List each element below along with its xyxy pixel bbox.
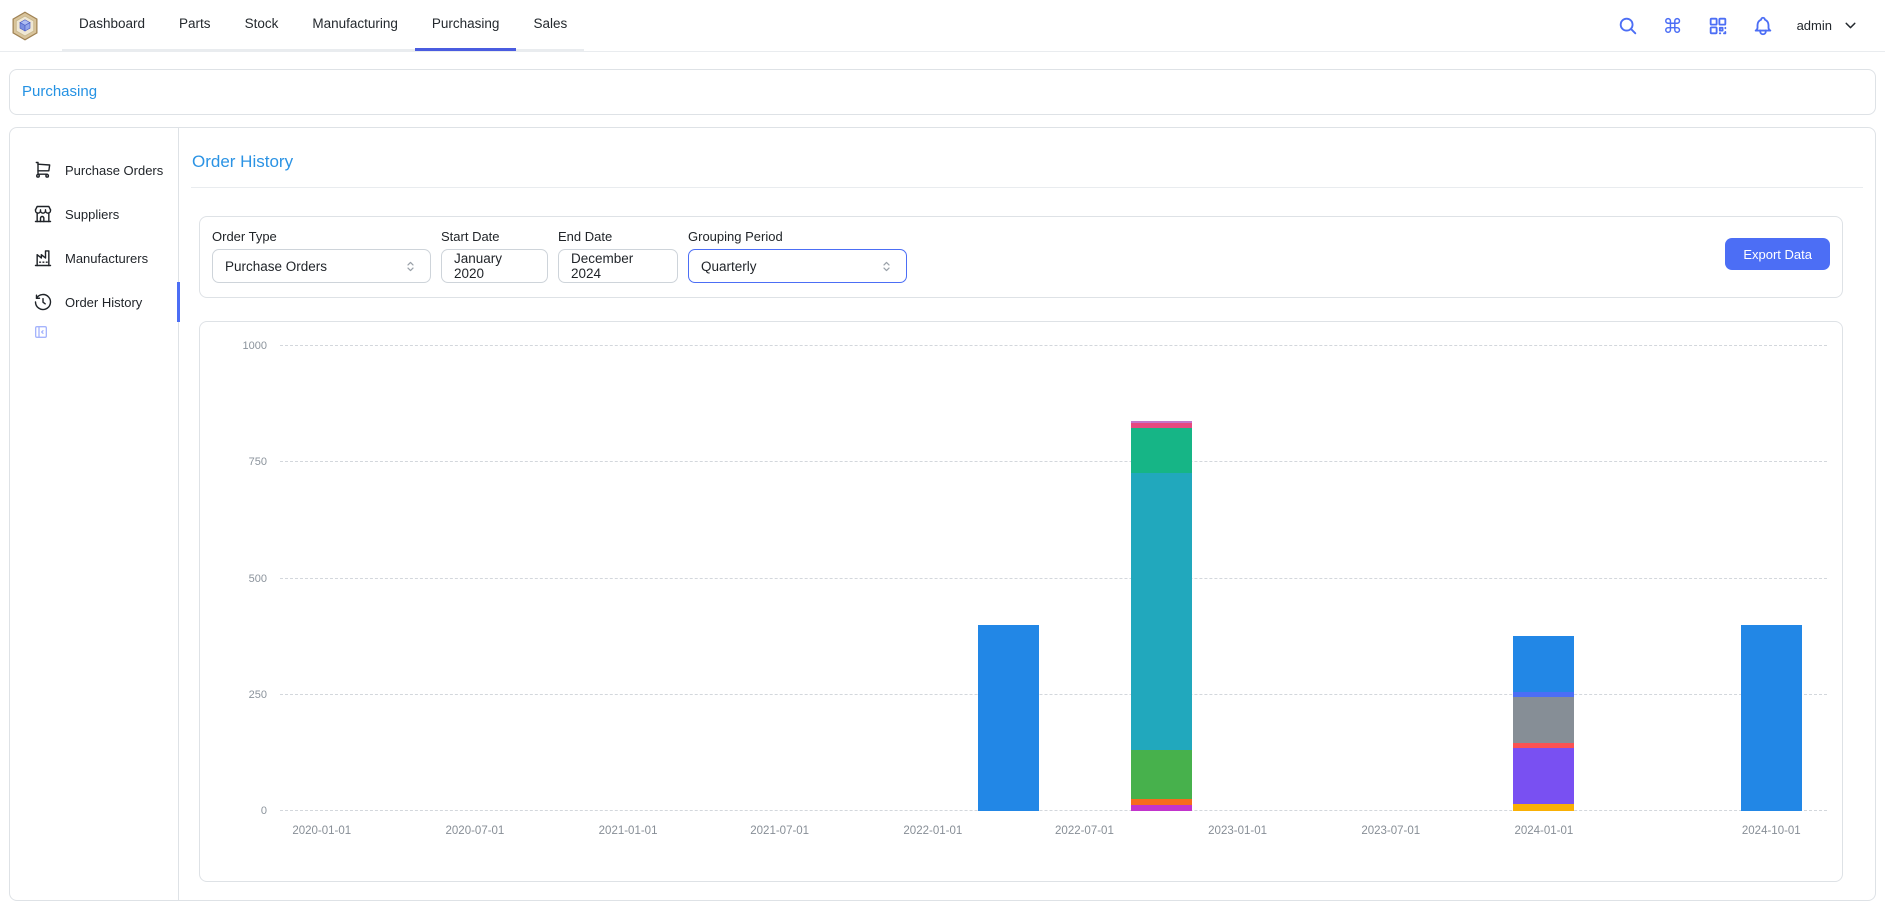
sidebar-item-purchase-orders[interactable]: Purchase Orders <box>10 148 178 192</box>
storefront-icon <box>33 204 53 224</box>
order-type-label: Order Type <box>212 229 431 244</box>
bar-segment <box>1131 428 1192 473</box>
order-type-select[interactable]: Purchase Orders <box>212 249 431 283</box>
sidebar-item-manufacturers[interactable]: Manufacturers <box>10 236 178 280</box>
x-axis-tick-label: 2022-07-01 <box>1055 825 1114 837</box>
gridline-y-0 <box>280 810 1827 811</box>
search-icon[interactable] <box>1617 15 1639 37</box>
x-axis-tick-label: 2020-07-01 <box>446 825 505 837</box>
grouping-period-field: Grouping Period Quarterly <box>688 229 907 283</box>
main-panel: Purchase Orders Suppliers Manufacturers Ord… <box>9 127 1876 901</box>
x-axis-tick-label: 2024-10-01 <box>1742 825 1801 837</box>
bar-segment <box>1513 636 1574 692</box>
y-axis-tick-label: 500 <box>249 573 267 585</box>
gridline-y-750 <box>280 461 1827 462</box>
select-chevrons-icon <box>403 259 418 274</box>
end-date-label: End Date <box>558 229 678 244</box>
qr-scan-icon[interactable] <box>1707 15 1729 37</box>
sidebar-item-label: Suppliers <box>65 207 119 222</box>
sidebar-collapse-icon[interactable] <box>33 327 49 344</box>
tab-purchasing[interactable]: Purchasing <box>415 0 517 51</box>
title-divider <box>191 187 1863 188</box>
x-axis-tick-label: 2021-01-01 <box>599 825 658 837</box>
username: admin <box>1797 18 1832 33</box>
grouping-period-select[interactable]: Quarterly <box>688 249 907 283</box>
x-axis-tick-label: 2023-07-01 <box>1361 825 1420 837</box>
chart-plot: 025050075010002020-01-012020-07-012021-0… <box>280 346 1827 811</box>
sidebar-items: Purchase Orders Suppliers Manufacturers Ord… <box>10 148 178 324</box>
tab-sales[interactable]: Sales <box>516 0 584 51</box>
x-axis-tick-label: 2024-01-01 <box>1514 825 1573 837</box>
sidebar-item-order-history[interactable]: Order History <box>10 280 178 324</box>
chart-bar-2022-q4-2022-10-01-[interactable] <box>1131 421 1192 811</box>
bar-segment <box>1131 750 1192 799</box>
end-date-field: End Date December 2024 <box>558 229 678 283</box>
order-type-field: Order Type Purchase Orders <box>212 229 431 283</box>
x-axis-tick-label: 2021-07-01 <box>750 825 809 837</box>
sidebar-item-label: Purchase Orders <box>65 163 163 178</box>
sidebar: Purchase Orders Suppliers Manufacturers Ord… <box>10 128 179 900</box>
factory-icon <box>33 248 53 268</box>
command-palette-icon[interactable]: ⌘ <box>1662 15 1684 37</box>
page-title: Order History <box>192 152 1863 172</box>
bar-segment <box>1741 625 1802 811</box>
breadcrumb-bar: Purchasing <box>9 69 1876 115</box>
chart-bar-2024-q1-2024-01-01-[interactable] <box>1513 636 1574 811</box>
shopping-cart-icon <box>33 160 53 180</box>
x-axis-tick-label: 2023-01-01 <box>1208 825 1267 837</box>
y-axis-tick-label: 0 <box>261 805 267 817</box>
tab-parts[interactable]: Parts <box>162 0 228 51</box>
bar-segment <box>1513 697 1574 744</box>
chart-bar-2024-q4-2024-10-01-[interactable] <box>1741 625 1802 811</box>
tab-stock[interactable]: Stock <box>228 0 296 51</box>
user-menu[interactable]: admin <box>1797 17 1859 34</box>
sidebar-item-label: Order History <box>65 295 142 310</box>
content-area: Order History Order Type Purchase Orders… <box>179 128 1875 900</box>
gridline-y-500 <box>280 578 1827 579</box>
start-date-input[interactable]: January 2020 <box>441 249 548 283</box>
y-axis-tick-label: 750 <box>249 456 267 468</box>
tab-dashboard[interactable]: Dashboard <box>62 0 162 51</box>
sidebar-item-label: Manufacturers <box>65 251 148 266</box>
gridline-y-1000 <box>280 345 1827 346</box>
history-clock-icon <box>33 292 53 312</box>
bar-segment <box>1513 748 1574 804</box>
y-axis-tick-label: 1000 <box>243 340 267 352</box>
sidebar-item-suppliers[interactable]: Suppliers <box>10 192 178 236</box>
gridline-y-250 <box>280 694 1827 695</box>
app-logo-icon[interactable] <box>10 11 40 41</box>
top-navbar: DashboardPartsStockManufacturingPurchasi… <box>0 0 1885 52</box>
x-axis-tick-label: 2020-01-01 <box>292 825 351 837</box>
nav-tabs: DashboardPartsStockManufacturingPurchasi… <box>62 0 584 51</box>
tab-manufacturing[interactable]: Manufacturing <box>295 0 415 51</box>
export-data-button[interactable]: Export Data <box>1725 238 1830 270</box>
order-history-chart: 0 250 500 750 1000 2020-01-01 2020-07-01 2021-0… <box>199 321 1843 882</box>
chevron-down-icon <box>1842 17 1859 34</box>
bar-segment <box>978 625 1039 811</box>
start-date-label: Start Date <box>441 229 548 244</box>
x-axis-tick-label: 2022-01-01 <box>903 825 962 837</box>
notifications-bell-icon[interactable] <box>1752 15 1774 37</box>
bar-segment <box>1513 804 1574 811</box>
topbar-actions: ⌘ admin <box>1617 15 1859 37</box>
end-date-input[interactable]: December 2024 <box>558 249 678 283</box>
start-date-field: Start Date January 2020 <box>441 229 548 283</box>
breadcrumb[interactable]: Purchasing <box>22 83 97 100</box>
filter-toolbar: Order Type Purchase Orders Start Date Ja… <box>199 216 1843 298</box>
select-chevrons-icon <box>879 259 894 274</box>
grouping-period-label: Grouping Period <box>688 229 907 244</box>
y-axis-tick-label: 250 <box>249 689 267 701</box>
chart-bar-2022-q2-2022-04-01-[interactable] <box>978 625 1039 811</box>
bar-segment <box>1131 473 1192 750</box>
bar-segment <box>1131 805 1192 811</box>
